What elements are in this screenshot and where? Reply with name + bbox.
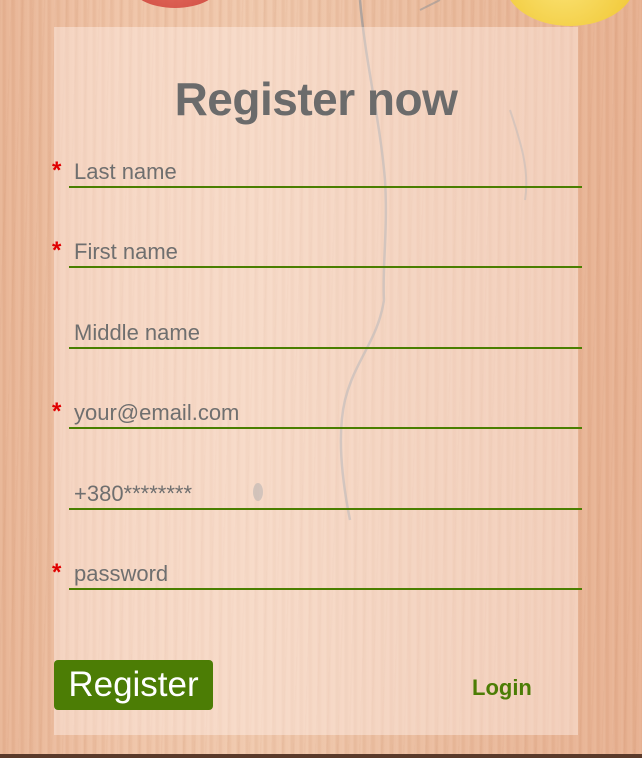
first-name-input[interactable] [69, 238, 582, 268]
required-marker: * [52, 559, 62, 586]
email-field: * [52, 397, 582, 433]
last-name-input[interactable] [69, 158, 582, 188]
phone-field [54, 478, 582, 514]
phone-input[interactable] [69, 480, 582, 510]
first-name-field: * [52, 236, 582, 272]
bottom-edge [0, 754, 642, 758]
login-link[interactable]: Login [472, 675, 532, 701]
middle-name-input[interactable] [69, 319, 582, 349]
email-input[interactable] [69, 399, 582, 429]
decorative-fruit-yellow [505, 0, 635, 26]
password-input[interactable] [69, 560, 582, 590]
middle-name-field [54, 317, 582, 353]
required-marker: * [52, 398, 62, 425]
required-marker: * [52, 157, 62, 184]
register-panel: Register now * * * * Register Login [52, 27, 582, 735]
password-field: * [52, 558, 582, 594]
required-marker: * [52, 237, 62, 264]
register-button[interactable]: Register [54, 660, 213, 710]
decorative-fruit-red [130, 0, 220, 8]
page-title: Register now [174, 73, 458, 125]
last-name-field: * [52, 156, 582, 192]
